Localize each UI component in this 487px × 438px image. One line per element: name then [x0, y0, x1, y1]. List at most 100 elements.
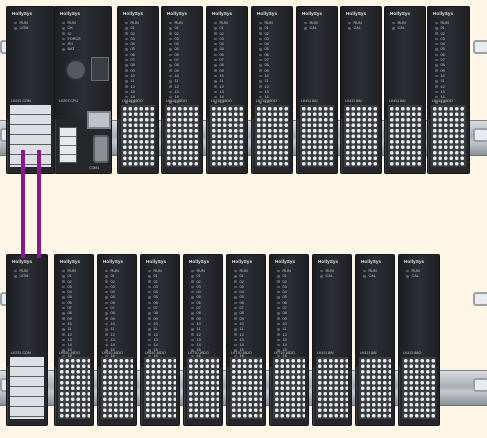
- led-indicator: CAL: [304, 26, 318, 31]
- io-module: HollySys RUN 01 02 03 04 05 06 07 08 09 10 11 12 13 14 1…: [97, 254, 137, 426]
- led-panel: RUN01020304050607080910111213141516: [214, 21, 228, 111]
- terminal-block[interactable]: [359, 357, 391, 419]
- io-module: HollySys RUN CAL LK411 8AI: [340, 6, 382, 174]
- module-name: LK610 16DO: [145, 351, 166, 355]
- terminal-block[interactable]: [144, 357, 176, 419]
- ethernet-port[interactable]: [87, 111, 111, 129]
- brand-label: HollySys: [167, 11, 188, 16]
- comm-cable: [21, 150, 25, 258]
- terminal-block[interactable]: [165, 105, 199, 167]
- terminal-block[interactable]: [101, 357, 133, 419]
- terminal-block[interactable]: [10, 105, 51, 167]
- module-name: LK411 8AI: [301, 99, 318, 103]
- terminal-block[interactable]: [121, 105, 155, 167]
- brand-label: HollySys: [232, 259, 253, 264]
- brand-label: HollySys: [123, 11, 144, 16]
- terminal-block[interactable]: [388, 105, 422, 167]
- led-panel: RUN CAL: [363, 269, 377, 280]
- brand-label: HollySys: [60, 11, 81, 16]
- module-name: LK231 COM: [11, 99, 31, 103]
- power-terminal[interactable]: [59, 127, 77, 163]
- io-module: HollySys RUN 01 02 03 04 05 06 07 08 09 10 11 12 13 14 1…: [206, 6, 248, 174]
- module-name: LK231 COM: [11, 351, 31, 355]
- led-panel: RUN CAL: [392, 21, 406, 32]
- module-name: LK710 16DO: [274, 351, 295, 355]
- io-module: HollySys RUN 01 02 03 04 05 06 07 08 09 10 11 12 13 14 1…: [269, 254, 309, 426]
- module-name: LK710 16DO: [256, 99, 277, 103]
- terminal-block[interactable]: [300, 105, 334, 167]
- rail-clip: [473, 378, 487, 392]
- sd-card-slot[interactable]: [91, 57, 109, 81]
- terminal-block[interactable]: [316, 357, 348, 419]
- terminal-block[interactable]: [58, 357, 90, 419]
- module-name: LK411 8AI: [317, 351, 334, 355]
- module-name: LK411 8AI: [345, 99, 362, 103]
- led-indicator: CAL: [320, 274, 334, 279]
- terminal-block[interactable]: [431, 105, 466, 167]
- port-label: COM1: [89, 166, 100, 170]
- led-panel: RUN OK IO FORCE RH BAT: [62, 21, 81, 53]
- terminal-block[interactable]: [344, 105, 378, 167]
- led-panel: RUN01020304050607080910111213141516: [125, 21, 139, 111]
- io-module: HollySys RUN 01 02 03 04 05 06 07 08 09 10 11 12 13 14 1…: [251, 6, 293, 174]
- io-module: HollySys RUN CAL LK411 8AI: [312, 254, 352, 426]
- terminal-block[interactable]: [255, 105, 289, 167]
- io-module: HollySys RUN 01 02 03 04 05 06 07 08 09 10 11 12 13 14 1…: [183, 254, 223, 426]
- brand-label: HollySys: [390, 11, 411, 16]
- module-name: LK710 16DO: [188, 351, 209, 355]
- io-module: HollySys RUN 01 02 03 04 05 06 07 08 09 10 11 12 13 14 1…: [226, 254, 266, 426]
- rail-clip: [473, 40, 487, 54]
- brand-label: HollySys: [146, 259, 167, 264]
- io-module: HollySys RUN 01 02 03 04 05 06 07 08 09 10 11 12 13 14 1…: [140, 254, 180, 426]
- serial-port[interactable]: [93, 135, 109, 163]
- terminal-block[interactable]: [10, 357, 44, 419]
- io-module: HollySys RUN 01 02 03 04 05 06 07 08 09 10 11 12 13 14 1…: [54, 254, 94, 426]
- brand-label: HollySys: [275, 259, 296, 264]
- led-indicator: BAT: [62, 47, 81, 52]
- module-name: LK610 16DO: [122, 99, 143, 103]
- io-module: HollySys RUN CAL LK411 8AI: [355, 254, 395, 426]
- led-panel: RUN CAL: [304, 21, 318, 32]
- io-module: HollySys RUN 01 02 03 04 05 06 07 08 09 10 11 12 13 14 1…: [117, 6, 159, 174]
- module-name: LK610 16DO: [102, 351, 123, 355]
- led-panel: RUN01020304050607080910111213141516: [277, 269, 291, 359]
- led-indicator: CAL: [363, 274, 377, 279]
- brand-label: HollySys: [257, 11, 278, 16]
- led-panel: RUN CAL: [320, 269, 334, 280]
- brand-label: HollySys: [103, 259, 124, 264]
- led-panel: RUN01020304050607080910111213141516: [62, 269, 76, 359]
- rail-clip: [473, 292, 487, 306]
- led-panel: RUN01020304050607080910111213141516: [259, 21, 273, 111]
- terminal-block[interactable]: [402, 357, 436, 419]
- led-panel: RUN CAL: [348, 21, 362, 32]
- terminal-block[interactable]: [187, 357, 219, 419]
- led-panel: RUN COM: [14, 21, 29, 32]
- brand-label: HollySys: [318, 259, 339, 264]
- brand-label: HollySys: [361, 259, 382, 264]
- io-module: HollySys RUN CAL LK411 8AO: [398, 254, 440, 426]
- brand-label: HollySys: [12, 11, 33, 16]
- module-name: LK610 16DO: [59, 351, 80, 355]
- led-panel: RUN01020304050607080910111213141516: [435, 21, 449, 111]
- led-panel: RUN01020304050607080910111213141516: [234, 269, 248, 359]
- brand-label: HollySys: [346, 11, 367, 16]
- module-name: LK610 16DO: [432, 99, 453, 103]
- io-module: HollySys RUN 01 02 03 04 05 06 07 08 09 10 11 12 13 14 1…: [161, 6, 203, 174]
- led-panel: RUN01020304050607080910111213141516: [148, 269, 162, 359]
- io-module: HollySys RUN OK IO FORCE RH BAT LK207 CPU COM1: [54, 6, 112, 174]
- io-module: HollySys RUN CAL LK411 8AI: [384, 6, 426, 174]
- led-indicator: CAL: [406, 274, 420, 279]
- led-panel: RUN CAL: [406, 269, 420, 280]
- brand-label: HollySys: [404, 259, 425, 264]
- io-module: HollySys RUN COM LK231 COM: [6, 6, 55, 174]
- module-name: LK710 16DO: [211, 99, 232, 103]
- terminal-block[interactable]: [210, 105, 244, 167]
- io-module: HollySys RUN COM LK231 COM: [6, 254, 48, 426]
- terminal-block[interactable]: [230, 357, 262, 419]
- led-indicator: COM: [14, 274, 29, 279]
- brand-label: HollySys: [433, 11, 454, 16]
- brand-label: HollySys: [12, 259, 33, 264]
- mode-switch-dial[interactable]: [65, 59, 87, 81]
- module-name: LK710 16DO: [231, 351, 252, 355]
- terminal-block[interactable]: [273, 357, 305, 419]
